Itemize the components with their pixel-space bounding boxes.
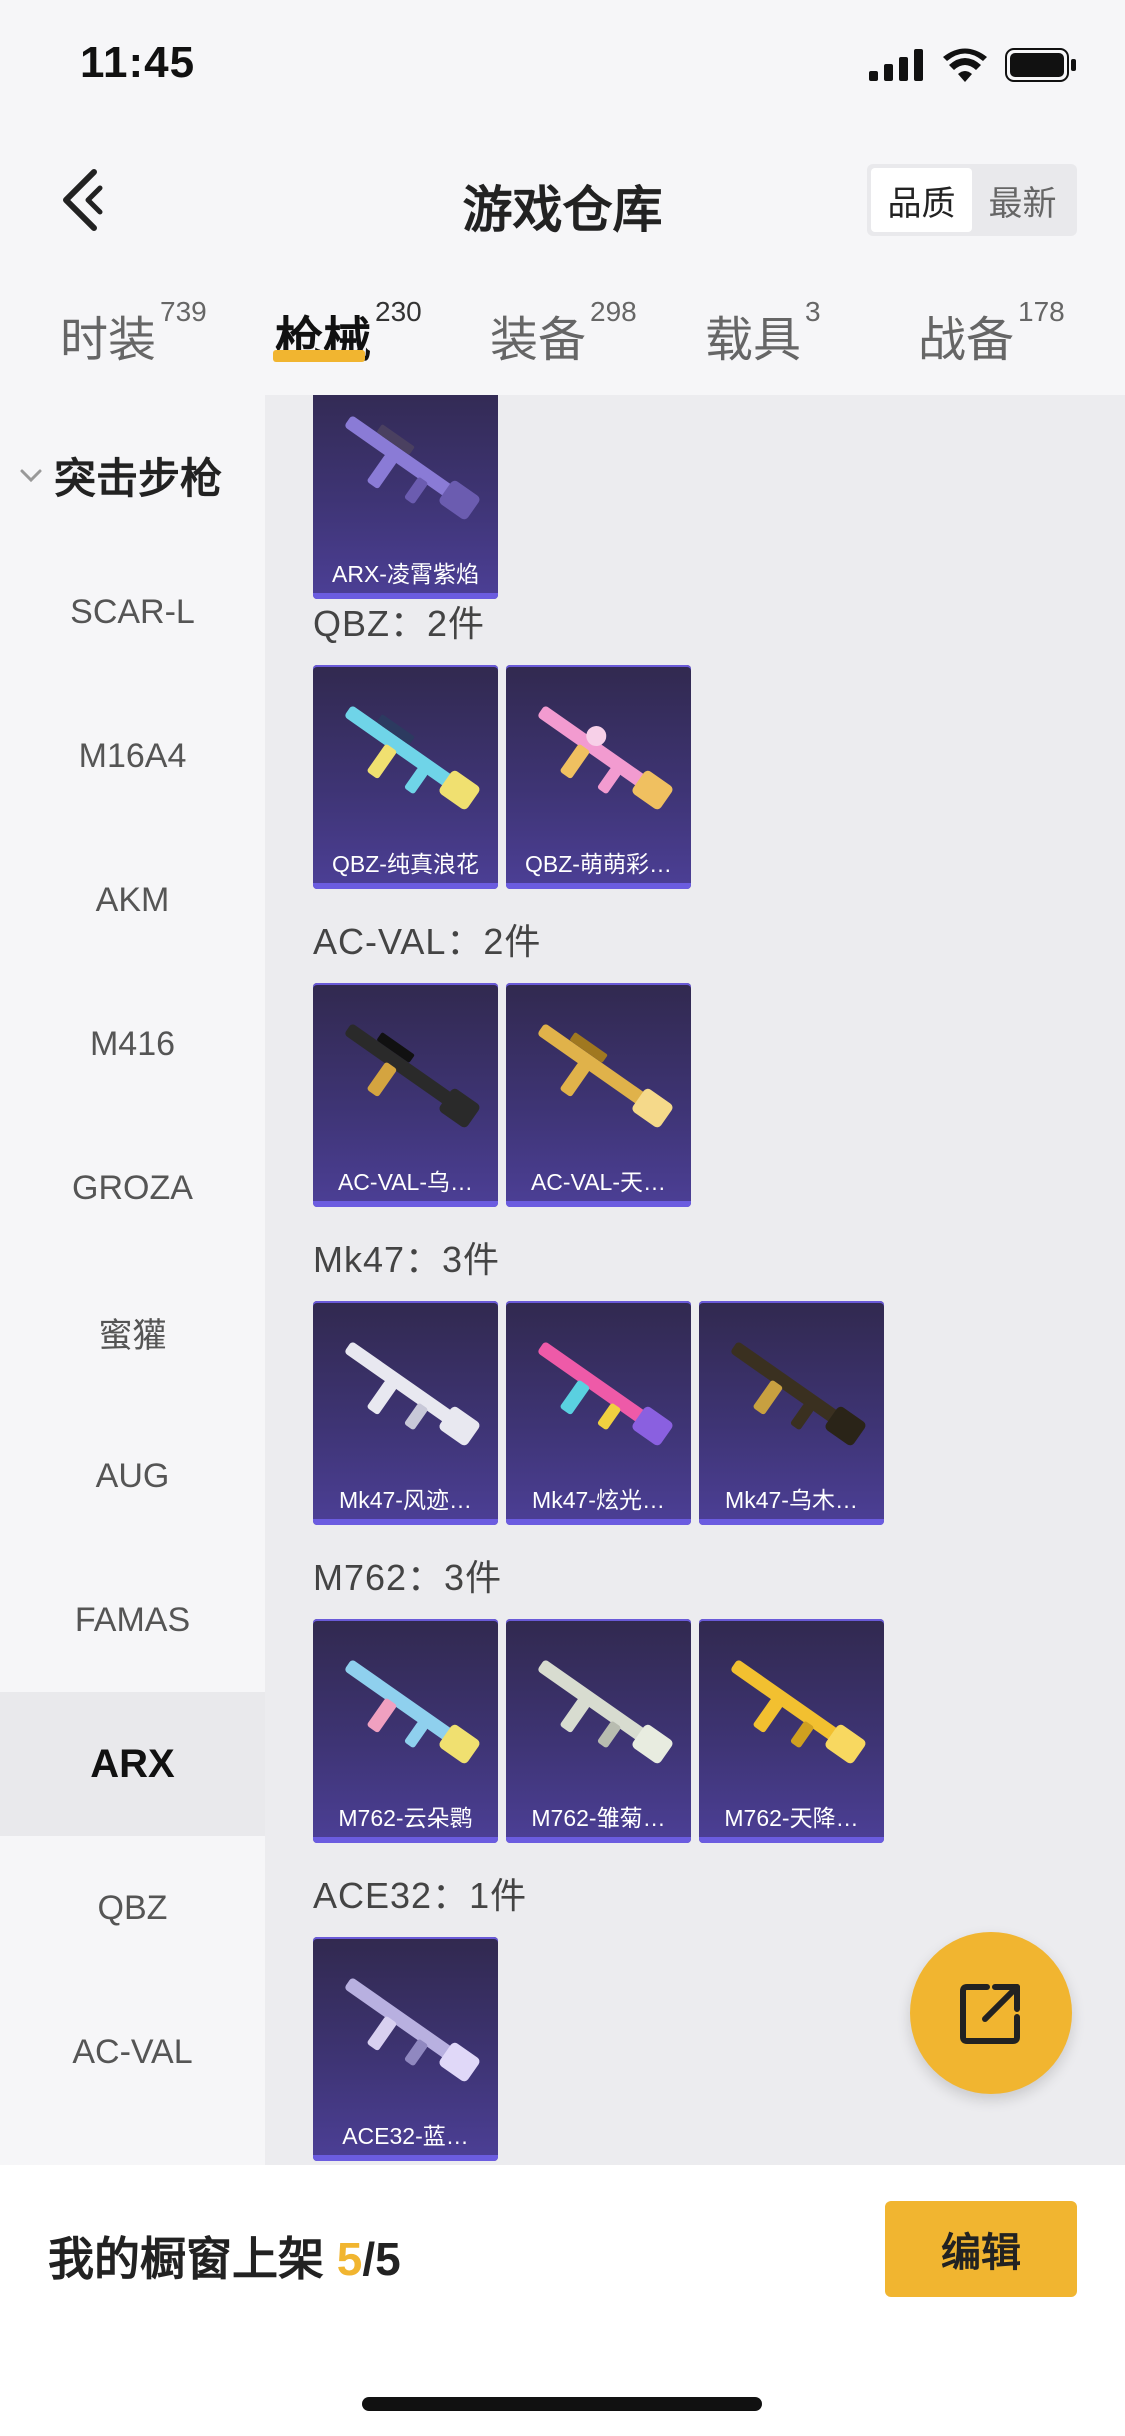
- tab-count: 3: [805, 296, 821, 327]
- skin-card[interactable]: AC-VAL-天…: [506, 983, 691, 1207]
- rifle-icon: [538, 706, 673, 810]
- skin-card[interactable]: ARX-凌霄紫焰: [313, 395, 498, 599]
- tab-label: 战备: [918, 314, 1015, 367]
- skin-name: Mk47-乌木…: [725, 1487, 858, 1513]
- skin-card[interactable]: M762-雏菊…: [506, 1619, 691, 1843]
- skin-card[interactable]: QBZ-纯真浪花: [313, 665, 498, 889]
- skin-name: AC-VAL-天…: [530, 1169, 667, 1195]
- weapon-sidebar: 突击步枪 SCAR-L M16A4 AKM M416 GROZA 蜜獾 AUG …: [0, 395, 265, 2165]
- showcase-total: /5: [362, 2233, 401, 2285]
- sidebar-item-m416[interactable]: M416: [0, 972, 265, 1116]
- share-icon: [960, 1984, 1020, 2044]
- tab-guns[interactable]: 枪械230: [273, 296, 422, 370]
- showcase-status: 我的橱窗上架 5/5: [48, 2223, 401, 2289]
- tab-label: 装备: [490, 314, 587, 367]
- skin-card[interactable]: QBZ-萌萌彩…: [506, 665, 691, 889]
- group-title: Mk47：3件: [313, 1239, 501, 1280]
- status-time: 11:45: [80, 38, 196, 87]
- sort-quality-option[interactable]: 品质: [871, 168, 972, 232]
- showcase-count: 5: [336, 2233, 363, 2285]
- category-label: 突击步枪: [54, 455, 223, 502]
- rifle-icon: [345, 1660, 480, 1764]
- tab-gear[interactable]: 战备178: [918, 296, 1065, 370]
- skin-card[interactable]: Mk47-乌木…: [699, 1301, 884, 1525]
- group-title: M762：3件: [313, 1557, 503, 1598]
- rifle-icon: [345, 1024, 480, 1128]
- signal-icon: [869, 49, 925, 86]
- tab-label: 时装: [60, 314, 157, 367]
- skin-name: M762-天降…: [724, 1805, 859, 1831]
- tab-fashion[interactable]: 时装739: [60, 296, 207, 370]
- sidebar-item-ac-val[interactable]: AC-VAL: [0, 1980, 265, 2124]
- sidebar-item-arx[interactable]: ARX: [0, 1692, 265, 1836]
- category-header[interactable]: 突击步枪: [18, 445, 222, 506]
- sidebar-item-groza[interactable]: GROZA: [0, 1116, 265, 1260]
- sort-toggle: 品质 最新: [867, 164, 1077, 236]
- sidebar-item-famas[interactable]: FAMAS: [0, 1548, 265, 1692]
- skin-name: Mk47-炫光…: [532, 1487, 665, 1513]
- rifle-icon: [538, 1342, 673, 1446]
- skin-name: M762-云朵鹮: [338, 1805, 473, 1831]
- sidebar-item-qbz[interactable]: QBZ: [0, 1836, 265, 1980]
- sort-newest-option[interactable]: 最新: [972, 168, 1073, 232]
- home-indicator: [362, 2397, 762, 2411]
- tab-count: 230: [375, 296, 422, 327]
- status-bar: 11:45: [0, 0, 1125, 140]
- category-tabs: 时装739 枪械230 装备298 载具3 战备178: [0, 270, 1125, 390]
- skin-name: QBZ-萌萌彩…: [525, 851, 672, 877]
- skin-card[interactable]: Mk47-炫光…: [506, 1301, 691, 1525]
- tab-vehicles[interactable]: 载具3: [705, 296, 821, 370]
- skin-name: M762-雏菊…: [531, 1805, 666, 1831]
- edit-button[interactable]: 编辑: [885, 2201, 1077, 2297]
- chevron-down-icon: [20, 469, 42, 482]
- rifle-icon: [731, 1342, 866, 1446]
- sidebar-item-aug[interactable]: AUG: [0, 1404, 265, 1548]
- navigation-bar: 游戏仓库 品质 最新: [0, 140, 1125, 260]
- skin-name: QBZ-纯真浪花: [332, 851, 479, 877]
- active-tab-indicator: [273, 350, 365, 362]
- sidebar-item-m16a4[interactable]: M16A4: [0, 684, 265, 828]
- skin-name: AC-VAL-乌…: [337, 1169, 474, 1195]
- skin-card[interactable]: M762-天降…: [699, 1619, 884, 1843]
- rifle-icon: [345, 1342, 480, 1446]
- tab-equipment[interactable]: 装备298: [490, 296, 637, 370]
- sidebar-item-scar-l[interactable]: SCAR-L: [0, 540, 265, 684]
- tab-count: 298: [590, 296, 637, 327]
- showcase-bar: 我的橱窗上架 5/5 编辑: [0, 2165, 1125, 2436]
- rifle-icon: [345, 1978, 480, 2082]
- rifle-icon: [345, 416, 480, 520]
- wifi-icon: [943, 48, 987, 87]
- rifle-icon: [538, 1660, 673, 1764]
- rifle-icon: [345, 706, 480, 810]
- sidebar-item-akm[interactable]: AKM: [0, 828, 265, 972]
- group-title: QBZ：2件: [313, 603, 486, 644]
- rifle-icon: [538, 1024, 673, 1128]
- group-title: AC-VAL：2件: [313, 921, 542, 962]
- skin-card[interactable]: AC-VAL-乌…: [313, 983, 498, 1207]
- battery-icon: [1005, 48, 1077, 87]
- skin-card[interactable]: M762-云朵鹮: [313, 1619, 498, 1843]
- group-title: ACE32：1件: [313, 1875, 528, 1916]
- share-button[interactable]: [910, 1932, 1072, 2094]
- skin-list: ARX-凌霄紫焰 QBZ：2件 QBZ-纯真浪花 QBZ-萌萌彩… AC-VAL…: [265, 395, 1125, 2165]
- showcase-label: 我的橱窗上架: [48, 2233, 324, 2285]
- skin-name: ACE32-蓝…: [342, 2123, 469, 2149]
- skin-name: ARX-凌霄紫焰: [332, 561, 479, 587]
- tab-count: 739: [160, 296, 207, 327]
- sidebar-item-honey-badger[interactable]: 蜜獾: [0, 1260, 265, 1404]
- skin-card[interactable]: Mk47-风迹…: [313, 1301, 498, 1525]
- skin-name: Mk47-风迹…: [339, 1487, 472, 1513]
- tab-count: 178: [1018, 296, 1065, 327]
- rifle-icon: [731, 1660, 866, 1764]
- tab-label: 载具: [705, 314, 802, 367]
- skin-card[interactable]: ACE32-蓝…: [313, 1937, 498, 2161]
